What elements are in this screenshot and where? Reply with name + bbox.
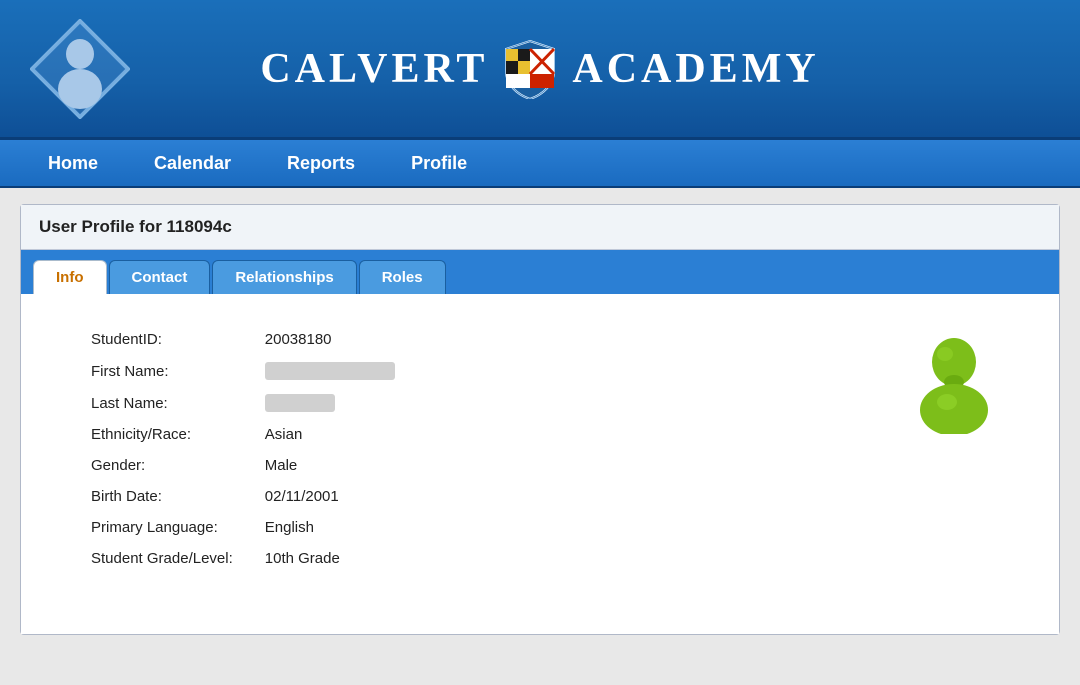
field-value-birthdate: 02/11/2001 [249, 481, 411, 512]
field-value-gender: Male [249, 450, 411, 481]
field-label-ethnicity: Ethnicity/Race: [51, 419, 249, 450]
title-right: ACADEMY [572, 45, 819, 93]
shield-icon [504, 39, 556, 99]
site-header: CALVERT ACADEMY [0, 0, 1080, 140]
table-row: Primary Language: English [51, 512, 411, 543]
info-table: StudentID: 20038180 First Name: Last Nam… [51, 324, 411, 574]
avatar [909, 334, 999, 439]
field-value-firstname [249, 355, 411, 387]
redacted-firstname [265, 362, 395, 380]
table-row: Last Name: [51, 387, 411, 419]
field-value-grade: 10th Grade [249, 543, 411, 574]
redacted-lastname [265, 394, 335, 412]
table-row: Gender: Male [51, 450, 411, 481]
field-label-studentid: StudentID: [51, 324, 249, 355]
field-label-birthdate: Birth Date: [51, 481, 249, 512]
logo-area [30, 19, 130, 119]
nav-profile[interactable]: Profile [383, 139, 495, 187]
field-label-gender: Gender: [51, 450, 249, 481]
table-row: Ethnicity/Race: Asian [51, 419, 411, 450]
table-row: Birth Date: 02/11/2001 [51, 481, 411, 512]
tab-relationships[interactable]: Relationships [212, 260, 356, 294]
tab-content-info: StudentID: 20038180 First Name: Last Nam… [21, 294, 1059, 634]
site-title: CALVERT ACADEMY [260, 39, 819, 99]
table-row: Student Grade/Level: 10th Grade [51, 543, 411, 574]
avatar-figure [909, 334, 999, 434]
nav-reports[interactable]: Reports [259, 139, 383, 187]
main-content: User Profile for 118094c Info Contact Re… [0, 188, 1080, 651]
profile-title: User Profile for 118094c [21, 205, 1059, 250]
main-nav: Home Calendar Reports Profile [0, 140, 1080, 188]
nav-calendar[interactable]: Calendar [126, 139, 259, 187]
tabs-bar: Info Contact Relationships Roles [21, 250, 1059, 294]
tab-contact[interactable]: Contact [109, 260, 211, 294]
tab-roles[interactable]: Roles [359, 260, 446, 294]
field-value-ethnicity: Asian [249, 419, 411, 450]
tab-info[interactable]: Info [33, 260, 107, 294]
table-row: StudentID: 20038180 [51, 324, 411, 355]
field-value-studentid: 20038180 [249, 324, 411, 355]
profile-container: User Profile for 118094c Info Contact Re… [20, 204, 1060, 635]
field-label-firstname: First Name: [51, 355, 249, 387]
field-label-grade: Student Grade/Level: [51, 543, 249, 574]
title-left: CALVERT [260, 45, 488, 93]
field-label-language: Primary Language: [51, 512, 249, 543]
field-value-lastname [249, 387, 411, 419]
nav-home[interactable]: Home [20, 139, 126, 187]
field-label-lastname: Last Name: [51, 387, 249, 419]
table-row: First Name: [51, 355, 411, 387]
field-value-language: English [249, 512, 411, 543]
